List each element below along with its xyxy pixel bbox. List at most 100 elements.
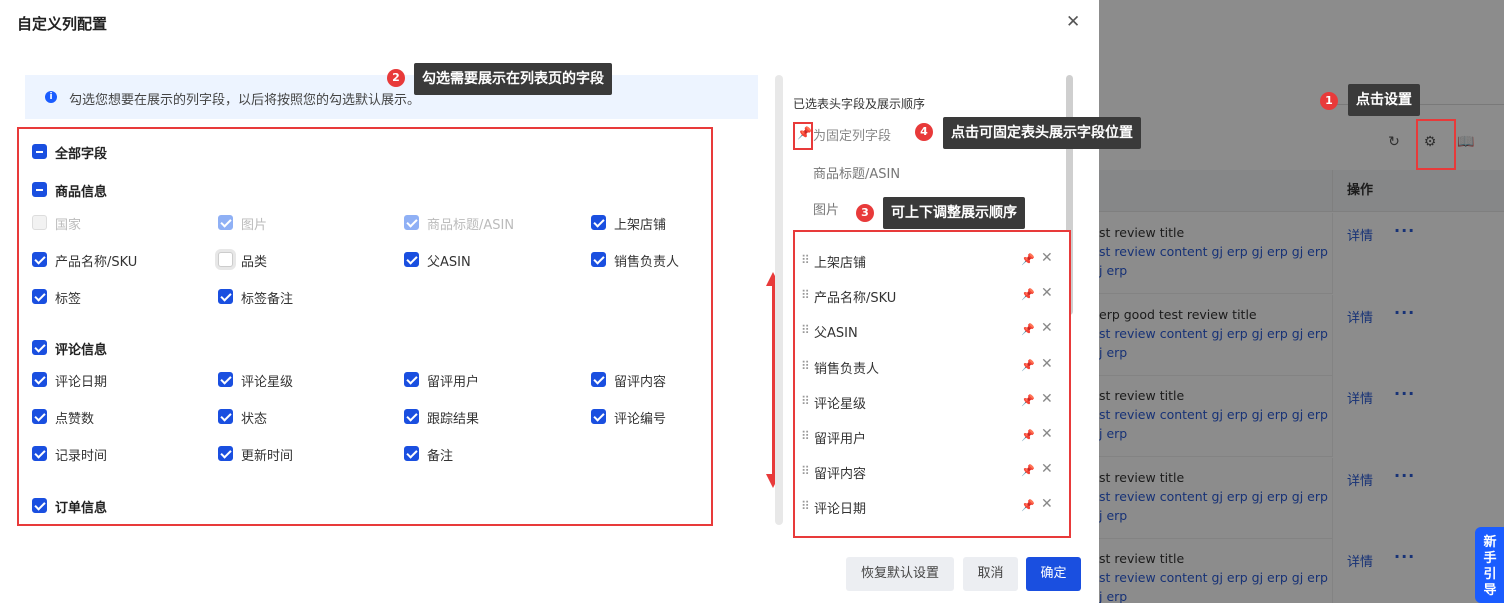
pin-fixed-box[interactable]: 📌 [793,122,813,150]
drag-handle-icon[interactable]: ⠿ [801,359,810,373]
pin-icon[interactable]: 📌 [1021,429,1035,442]
checkbox-review-content[interactable] [591,372,606,387]
label-tag-note: 标签备注 [241,292,294,307]
checkbox-sales-owner[interactable] [591,252,606,267]
pin-icon[interactable]: 📌 [1021,253,1035,266]
ordered-field-item[interactable]: ⠿ 留评用户 📌 ✕ [795,422,1069,452]
ordered-field-item[interactable]: ⠿ 父ASIN 📌 ✕ [795,316,1069,346]
label-parent-asin: 父ASIN [427,255,471,270]
checkbox-likes[interactable] [32,409,47,424]
fixed-item: 商品标题/ASIN [813,167,901,182]
remove-icon[interactable]: ✕ [1041,250,1053,266]
checkbox-country [32,215,47,230]
confirm-button[interactable]: 确定 [1026,557,1081,591]
checkbox-tracking-result[interactable] [404,409,419,424]
drag-handle-icon[interactable]: ⠿ [801,288,810,302]
ordered-field-name: 产品名称/SKU [814,291,897,307]
label-update-time: 更新时间 [241,449,294,464]
checkbox-product-name-sku[interactable] [32,252,47,267]
pin-icon[interactable]: 📌 [1021,464,1035,477]
ordered-field-item[interactable]: ⠿ 评论星级 📌 ✕ [795,387,1069,417]
remove-icon[interactable]: ✕ [1041,426,1053,442]
ordered-field-name: 父ASIN [814,326,858,342]
new-user-guide-button[interactable]: 新手引导 [1475,527,1504,603]
remove-icon[interactable]: ✕ [1041,496,1053,512]
ordered-field-name: 上架店铺 [814,256,867,271]
drag-handle-icon[interactable]: ⠿ [801,499,810,513]
checkbox-tag-note[interactable] [218,289,233,304]
checkbox-group-review[interactable] [32,340,47,355]
label-status: 状态 [241,412,268,427]
selected-fields-title: 已选表头字段及展示顺序 [793,97,926,111]
remove-icon[interactable]: ✕ [1041,391,1053,407]
ordered-field-item[interactable]: ⠿ 产品名称/SKU 📌 ✕ [795,281,1069,311]
callout-1-tooltip: 点击设置 [1348,84,1420,116]
checkbox-record-time[interactable] [32,446,47,461]
remove-icon[interactable]: ✕ [1041,285,1053,301]
drag-handle-icon[interactable]: ⠿ [801,464,810,478]
pin-icon[interactable]: 📌 [1021,499,1035,512]
checkbox-image [218,215,233,230]
checkbox-category[interactable] [218,252,233,267]
checkbox-status[interactable] [218,409,233,424]
remove-icon[interactable]: ✕ [1041,461,1053,477]
label-record-time: 记录时间 [55,449,108,464]
cancel-button[interactable]: 取消 [963,557,1018,591]
info-icon: i [45,91,57,103]
ordered-field-item[interactable]: ⠿ 上架店铺 📌 ✕ [795,246,1069,276]
drag-handle-icon[interactable]: ⠿ [801,323,810,337]
label-sales-owner: 销售负责人 [614,255,680,270]
dialog-title: 自定义列配置 [17,15,108,33]
drag-handle-icon[interactable]: ⠿ [801,394,810,408]
label-all-fields: 全部字段 [55,147,108,162]
callout-3-tooltip: 可上下调整展示顺序 [883,197,1025,229]
checkbox-group-product[interactable] [32,182,47,197]
pin-icon[interactable]: 📌 [1021,323,1035,336]
ordered-field-name: 评论日期 [814,502,867,518]
ordered-field-item[interactable]: ⠿ 留评内容 📌 ✕ [795,457,1069,487]
label-review-date: 评论日期 [55,375,108,390]
checkbox-all-fields[interactable] [32,144,47,159]
checkbox-review-stars[interactable] [218,372,233,387]
ordered-field-item[interactable]: ⠿ 评论日期 📌 ✕ [795,492,1069,522]
label-group-review: 评论信息 [55,343,108,358]
checkbox-remark[interactable] [404,446,419,461]
drag-handle-icon[interactable]: ⠿ [801,253,810,267]
close-icon[interactable]: ✕ [1066,12,1080,32]
checkbox-review-id[interactable] [591,409,606,424]
callout-3-badge: 3 [856,204,874,222]
label-country: 国家 [55,218,82,233]
reset-default-button[interactable]: 恢复默认设置 [846,557,954,591]
label-product-title-asin: 商品标题/ASIN [427,218,515,233]
guide-text: 新手引导 [1483,535,1497,598]
right-panel-scrollbar-track[interactable] [775,75,783,525]
pin-icon[interactable]: 📌 [1021,359,1035,372]
label-image: 图片 [241,218,268,233]
fixed-item: 图片 [813,203,840,218]
label-review-content: 留评内容 [614,375,667,390]
callout-2-tooltip: 勾选需要展示在列表页的字段 [414,63,612,95]
drag-handle-icon[interactable]: ⠿ [801,429,810,443]
checkbox-group-order[interactable] [32,498,47,513]
checkbox-product-title-asin [404,215,419,230]
remove-icon[interactable]: ✕ [1041,320,1053,336]
checkbox-reviewer[interactable] [404,372,419,387]
checkbox-review-date[interactable] [32,372,47,387]
remove-icon[interactable]: ✕ [1041,356,1053,372]
checkbox-update-time[interactable] [218,446,233,461]
fixed-column-label: 为固定列字段 [813,129,892,144]
checkbox-tag[interactable] [32,289,47,304]
label-review-stars: 评论星级 [241,375,294,390]
callout-4-tooltip: 点击可固定表头展示字段位置 [943,117,1141,149]
pin-icon[interactable]: 📌 [1021,394,1035,407]
ordered-field-name: 留评用户 [814,432,867,447]
label-category: 品类 [241,255,268,270]
callout-2-badge: 2 [387,69,405,87]
ordered-field-name: 评论星级 [814,396,867,412]
ordered-field-list: ⠿ 上架店铺 📌 ✕ ⠿ 产品名称/SKU 📌 ✕ ⠿ 父ASIN 📌 ✕ ⠿ 销售负责人 📌 ✕ ⠿ 评论星级 📌… [793,230,1071,538]
checkbox-store[interactable] [591,215,606,230]
pin-icon[interactable]: 📌 [1021,288,1035,301]
checkbox-parent-asin[interactable] [404,252,419,267]
ordered-field-item[interactable]: ⠿ 销售负责人 📌 ✕ [795,352,1069,382]
label-review-id: 评论编号 [614,412,667,427]
